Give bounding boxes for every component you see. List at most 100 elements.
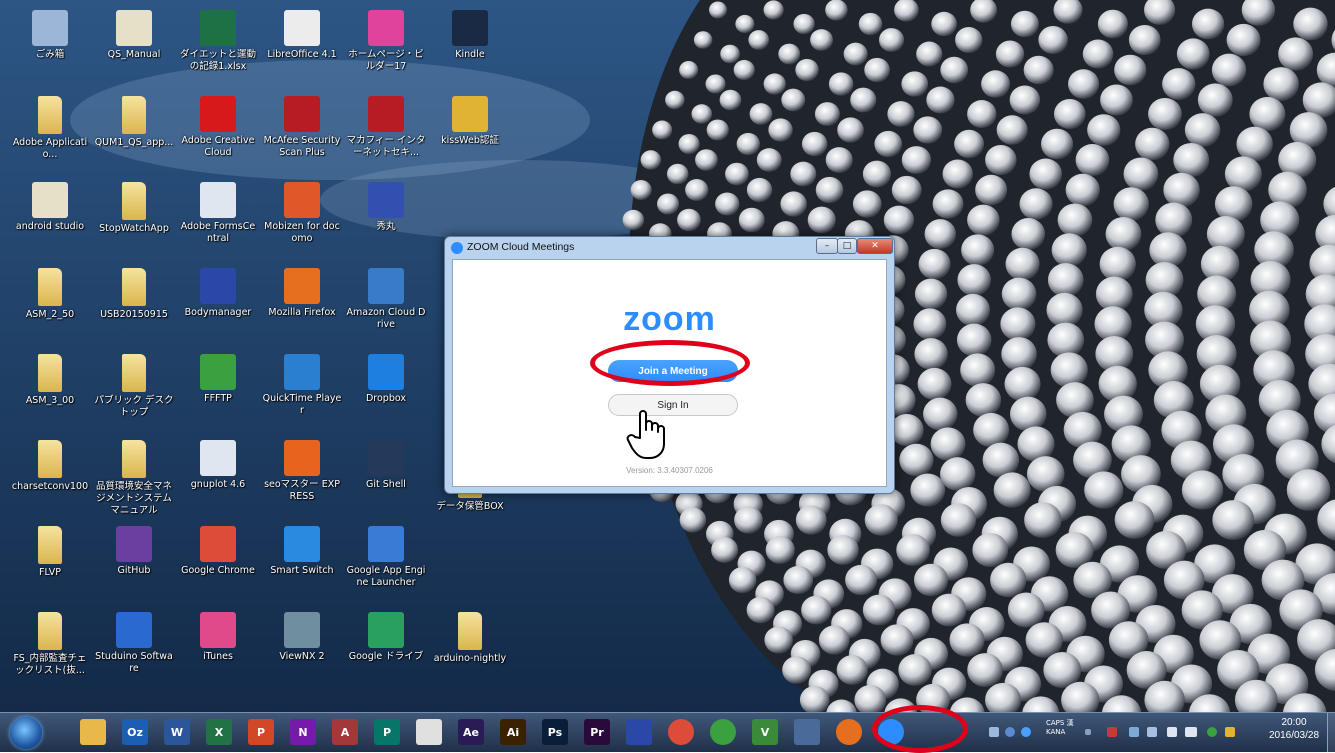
desktop-icon[interactable]: FFFTP [176, 348, 260, 426]
wallpaper-disc [887, 101, 915, 127]
tray-device-icon[interactable] [1147, 727, 1157, 737]
ime-indicator[interactable]: CAPS 漢 KANA [1046, 719, 1074, 737]
wallpaper-disc [973, 412, 1010, 448]
taskbar-after-effects-icon[interactable]: Ae [458, 719, 484, 745]
taskbar-premiere-icon[interactable]: Pr [584, 719, 610, 745]
desktop-icon[interactable]: seoマスター EXPRESS [260, 434, 344, 512]
tray-signal-icon[interactable] [1185, 727, 1197, 737]
desktop-icon[interactable]: StopWatchApp [92, 176, 176, 254]
wallpaper-disc [693, 31, 713, 49]
clock[interactable]: 20:00 2016/03/28 [1258, 716, 1330, 742]
desktop-icon[interactable]: Smart Switch [260, 520, 344, 598]
folder-icon [122, 440, 146, 478]
hand-cursor-icon [626, 410, 665, 459]
desktop-icon[interactable]: arduino-nightly [428, 606, 512, 684]
desktop-icon[interactable]: ASM_2_50 [8, 262, 92, 340]
wallpaper-disc [940, 56, 969, 84]
wallpaper-disc [656, 193, 680, 215]
taskbar-excel-icon[interactable]: X [206, 719, 232, 745]
maximize-button[interactable]: □ [837, 238, 857, 254]
desktop-icon[interactable]: Bodymanager [176, 262, 260, 340]
desktop-icon[interactable]: Amazon Cloud Drive [344, 262, 428, 340]
desktop-icon-label: Google Chrome [181, 565, 255, 576]
desktop-icon[interactable]: マカフィー インターネットセキ... [344, 90, 428, 168]
taskbar-network-icon[interactable] [794, 719, 820, 745]
tray-help-icon[interactable] [1021, 727, 1031, 737]
desktop-icon[interactable]: Kindle [428, 4, 512, 82]
tray-network-icon[interactable] [1129, 727, 1139, 737]
tray-tool-icon[interactable] [989, 727, 999, 737]
desktop-icon[interactable]: Git Shell [344, 434, 428, 512]
taskbar-firefox-icon[interactable] [836, 719, 862, 745]
taskbar-acrobat-icon[interactable] [416, 719, 442, 745]
desktop-icon[interactable]: パブリック デスクトップ [92, 348, 176, 426]
desktop-icon[interactable]: android studio [8, 176, 92, 254]
wallpaper-disc [768, 118, 793, 142]
taskbar-publisher-icon[interactable]: P [374, 719, 400, 745]
desktop-icon[interactable]: Google ドライブ [344, 606, 428, 684]
desktop-icon[interactable]: gnuplot 4.6 [176, 434, 260, 512]
minimize-button[interactable]: – [816, 238, 838, 254]
desktop-icon[interactable]: QUM1_QS_app... [92, 90, 176, 168]
desktop-icon[interactable]: ホームページ・ビルダー17 [344, 4, 428, 82]
desktop-icon[interactable]: Studuino Software [92, 606, 176, 684]
taskbar-outlook-icon[interactable]: Oz [122, 719, 148, 745]
wallpaper-disc [1163, 172, 1200, 208]
desktop-icon-label: Adobe FormsCentral [180, 221, 256, 244]
desktop-icon-label: Adobe Applicatio... [12, 137, 88, 160]
viewnx-icon [284, 612, 320, 648]
desktop-icon[interactable]: ViewNX 2 [260, 606, 344, 684]
desktop-icon[interactable]: kissWeb認証 [428, 90, 512, 168]
taskbar-onenote-icon[interactable]: N [290, 719, 316, 745]
wallpaper-disc [1128, 24, 1161, 56]
tray-flag-icon[interactable] [1225, 727, 1235, 737]
desktop-icon[interactable]: FLVP [8, 520, 92, 598]
desktop-icon[interactable]: QS_Manual [92, 4, 176, 82]
desktop-icon[interactable]: LibreOffice 4.1 [260, 4, 344, 82]
desktop-icon[interactable]: Google App Engine Launcher [344, 520, 428, 598]
tray-expand-icon[interactable] [1085, 729, 1091, 735]
desktop-icon[interactable]: McAfee Security Scan Plus [260, 90, 344, 168]
close-button[interactable]: ✕ [857, 238, 893, 254]
show-desktop-button[interactable] [1327, 713, 1335, 752]
desktop-icon[interactable]: Adobe FormsCentral [176, 176, 260, 254]
taskbar-access-icon[interactable]: A [332, 719, 358, 745]
desktop-icon[interactable]: Mobizen for docomo [260, 176, 344, 254]
tray-volume-icon[interactable] [1167, 727, 1177, 737]
taskbar-explorer-icon[interactable] [80, 719, 106, 745]
taskbar-chrome-icon[interactable] [668, 719, 694, 745]
taskbar-illustrator-icon[interactable]: Ai [500, 719, 526, 745]
desktop-icon[interactable]: ダイエットと運動の記録1.xlsx [176, 4, 260, 82]
desktop-icon[interactable]: Adobe Creative Cloud [176, 90, 260, 168]
tray-security-icon[interactable] [1207, 727, 1217, 737]
taskbar-powerpoint-icon[interactable]: P [248, 719, 274, 745]
tray-user-icon[interactable] [1005, 727, 1015, 737]
wallpaper-disc [781, 88, 806, 112]
start-button[interactable] [10, 717, 42, 749]
desktop-icon[interactable]: QuickTime Player [260, 348, 344, 426]
taskbar-bodymanager-icon[interactable] [626, 719, 652, 745]
wallpaper-disc [665, 90, 685, 110]
desktop-icon[interactable]: ごみ箱 [8, 4, 92, 82]
desktop-icon[interactable]: GitHub [92, 520, 176, 598]
desktop-icon[interactable]: FS_内部監査チェックリスト(抜... [8, 606, 92, 684]
wallpaper-disc [1173, 142, 1210, 178]
wallpaper-disc [1099, 246, 1136, 282]
desktop-icon[interactable]: Mozilla Firefox [260, 262, 344, 340]
desktop-icon[interactable]: 品質環境安全マネジメントシステムマニュアル [92, 434, 176, 516]
desktop-icon[interactable]: ASM_3_00 [8, 348, 92, 426]
desktop-icon[interactable]: Google Chrome [176, 520, 260, 598]
wallpaper-disc [837, 117, 864, 143]
taskbar-photoshop-icon[interactable]: Ps [542, 719, 568, 745]
taskbar-android-studio-icon[interactable] [710, 719, 736, 745]
taskbar-word-icon[interactable]: W [164, 719, 190, 745]
taskbar-vim-icon[interactable]: V [752, 719, 778, 745]
desktop-icon[interactable]: charsetconv100 [8, 434, 92, 512]
zoom-titlebar[interactable]: ZOOM Cloud Meetings – □ ✕ [445, 237, 894, 259]
desktop-icon[interactable]: 秀丸 [344, 176, 428, 254]
desktop-icon[interactable]: iTunes [176, 606, 260, 684]
tray-mcafee-icon[interactable] [1107, 727, 1117, 737]
desktop-icon[interactable]: Dropbox [344, 348, 428, 426]
desktop-icon[interactable]: Adobe Applicatio... [8, 90, 92, 168]
desktop-icon[interactable]: USB20150915 [92, 262, 176, 340]
